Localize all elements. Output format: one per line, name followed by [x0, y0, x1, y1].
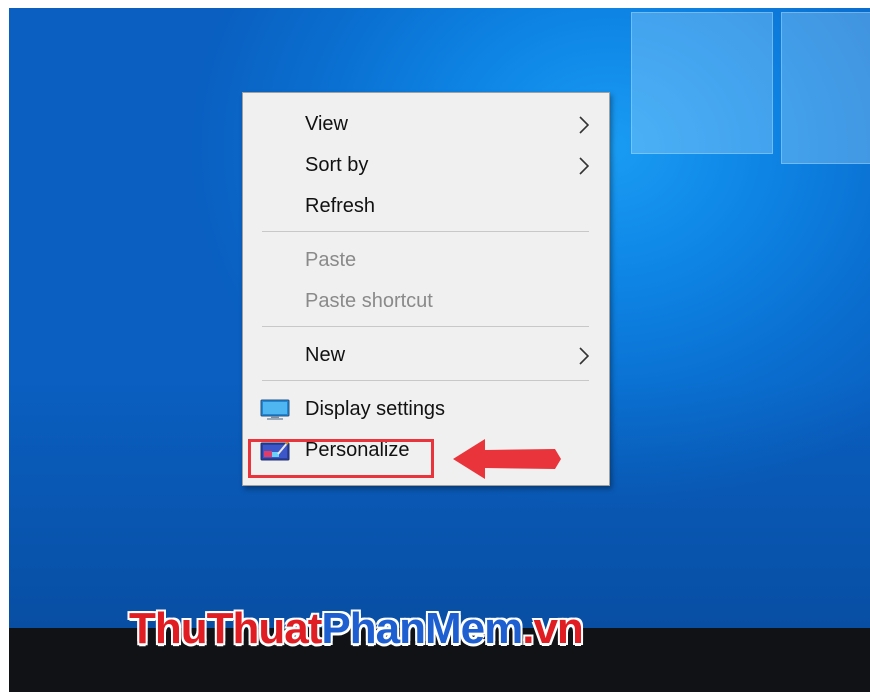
menu-separator [262, 326, 589, 327]
red-arrow-annotation [453, 439, 561, 479]
display-icon [260, 399, 290, 420]
watermark-part-thuthuat: ThuThuat [129, 604, 322, 653]
menu-item-label: Paste [305, 249, 357, 271]
menu-item-label: Paste shortcut [305, 290, 433, 312]
menu-item-paste-shortcut[interactable]: Paste shortcut [243, 281, 609, 321]
windows-logo-pane-top-right [781, 12, 870, 164]
menu-item-label: Sort by [305, 154, 369, 176]
menu-separator [262, 380, 589, 381]
screenshot-frame: View Sort by Refresh Paste Paste shortcu… [9, 8, 870, 692]
desktop-context-menu: View Sort by Refresh Paste Paste shortcu… [242, 92, 610, 486]
watermark: ThuThuatPhanMem.vn [129, 604, 584, 664]
menu-item-paste[interactable]: Paste [243, 240, 609, 280]
menu-separator [262, 231, 589, 232]
menu-item-label: View [305, 113, 348, 135]
menu-item-view[interactable]: View [243, 104, 609, 144]
windows-logo-pane-top-left [631, 12, 773, 154]
menu-item-display-settings[interactable]: Display settings [243, 389, 609, 429]
chevron-right-icon [579, 157, 589, 175]
menu-item-sort-by[interactable]: Sort by [243, 145, 609, 185]
chevron-right-icon [579, 116, 589, 134]
menu-item-label: Refresh [305, 195, 376, 217]
watermark-part-vn: .vn [522, 604, 584, 653]
menu-item-label: New [305, 344, 346, 366]
watermark-part-phanmem: PhanMem [321, 604, 523, 653]
personalize-highlight-box [248, 439, 434, 478]
menu-item-refresh[interactable]: Refresh [243, 186, 609, 226]
menu-item-label: Display settings [305, 398, 446, 420]
chevron-right-icon [579, 347, 589, 365]
menu-item-new[interactable]: New [243, 335, 609, 375]
